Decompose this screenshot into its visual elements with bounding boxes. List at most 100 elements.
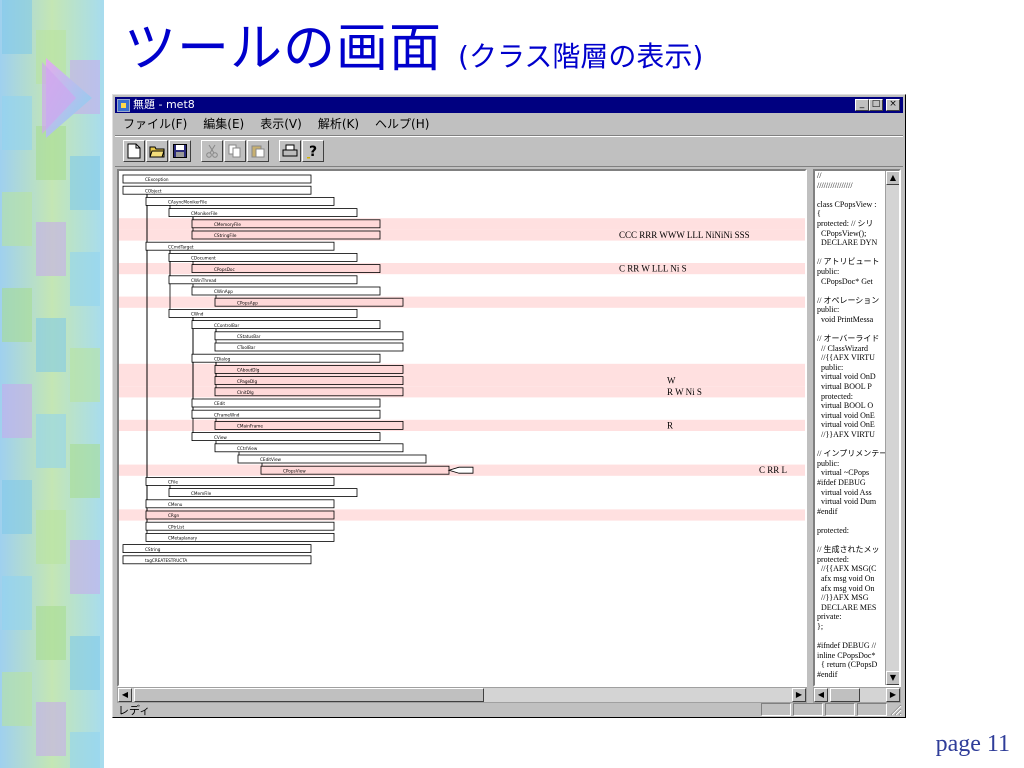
new-file-button[interactable]: [123, 140, 145, 162]
code-line: void PrintMessa: [817, 314, 874, 324]
class-node-label: CFrameWnd: [214, 412, 240, 417]
source-code-pane[interactable]: ////////////////// class CPopsView :{pro…: [813, 169, 901, 687]
code-scroll-left-icon[interactable]: ◀: [814, 688, 828, 702]
help-button[interactable]: ?: [302, 140, 324, 162]
class-node-label: CRgn: [168, 513, 179, 518]
code-scroll-right-icon[interactable]: ▶: [886, 688, 900, 702]
code-line: virtual void OnD: [817, 372, 876, 382]
tree-horizontal-scrollbar[interactable]: ◀ ▶: [117, 687, 807, 703]
status-indicator-3: [825, 703, 855, 716]
class-node-label: CWinThread: [191, 278, 217, 283]
code-line: class CPopsView :: [817, 199, 877, 209]
maximize-button[interactable]: □: [869, 99, 883, 111]
app-icon: [117, 98, 130, 112]
paste-icon: [251, 145, 265, 158]
cut-icon: [206, 144, 218, 158]
status-indicator-4: [857, 703, 887, 716]
print-button[interactable]: [279, 140, 301, 162]
status-indicator-2: [793, 703, 823, 716]
class-node-label: CEdit: [214, 401, 225, 406]
class-hierarchy-pane[interactable]: CException CObject CAsyncMonikerFile CMonik…: [117, 169, 807, 687]
code-line: public:: [817, 362, 844, 372]
class-node-label: CCtrlView: [237, 446, 258, 451]
class-node-label: CDialog: [214, 356, 231, 361]
class-node-label: CPageDlg: [237, 379, 257, 384]
resize-grip-icon[interactable]: [890, 704, 902, 716]
tree-scroll-thumb[interactable]: [134, 688, 484, 702]
code-line: virtual void OnE: [817, 410, 875, 420]
scroll-right-icon[interactable]: ▶: [792, 688, 806, 702]
minimize-button[interactable]: _: [855, 99, 869, 111]
open-button[interactable]: [146, 140, 168, 162]
copy-button[interactable]: [224, 140, 246, 162]
class-node-label: CPopsDoc: [214, 267, 235, 272]
code-line: private:: [817, 612, 842, 622]
code-line: virtual void Ass: [817, 487, 872, 497]
scroll-up-icon[interactable]: ▲: [886, 171, 899, 185]
class-node-label: CMonikerFile: [191, 211, 218, 216]
class-node-label: tagCREATESTRUCTA: [145, 558, 187, 563]
code-line: #ifndef DEBUG //: [817, 641, 877, 651]
status-text: レディ: [118, 704, 151, 717]
close-button[interactable]: ×: [886, 99, 900, 111]
window-titlebar[interactable]: 無題 - met8 _ □ ×: [115, 97, 903, 113]
decorative-side-strip: [0, 0, 104, 768]
menu-help[interactable]: ヘルプ(H): [367, 115, 437, 133]
code-line: // インプリメンテー: [817, 449, 887, 459]
source-code-text: ////////////////// class CPopsView :{pro…: [817, 171, 887, 685]
code-line: ////////////////: [817, 180, 853, 190]
slide-title: ツールの画面 (クラス階層の表示): [124, 6, 703, 86]
code-line: // ClassWizard: [817, 343, 868, 353]
class-node-label: CToolBar: [237, 345, 255, 350]
code-line: //}}AFX VIRTU: [817, 430, 875, 440]
annotation-text: W: [667, 376, 676, 386]
code-line: afx msg void On: [817, 583, 875, 593]
class-node-label: CString: [145, 547, 161, 552]
code-line: {: [817, 209, 821, 219]
code-line: virtual void Dum: [817, 497, 877, 507]
class-node-label: CWnd: [191, 312, 204, 317]
code-line: //: [817, 171, 822, 180]
code-line: virtual BOOL P: [817, 382, 872, 392]
code-line: public:: [817, 305, 840, 315]
code-line: virtual ~CPops: [817, 468, 870, 478]
menu-edit[interactable]: 編集(E): [195, 115, 252, 133]
menu-analyze[interactable]: 解析(K): [310, 115, 367, 133]
save-button[interactable]: [169, 140, 191, 162]
scroll-down-icon[interactable]: ▼: [886, 671, 899, 685]
status-indicator-1: [761, 703, 791, 716]
cut-button[interactable]: [201, 140, 223, 162]
code-line: #endif: [817, 506, 838, 516]
help-icon: ?: [307, 144, 317, 159]
code-line: virtual BOOL O: [817, 401, 874, 411]
class-node-label: CWinApp: [214, 289, 233, 294]
code-line: protected: // シリ: [817, 218, 874, 228]
code-horizontal-scrollbar[interactable]: ◀ ▶: [813, 687, 901, 703]
code-line: // アトリビュート: [817, 257, 880, 267]
class-node-label: CStatusBar: [237, 334, 261, 339]
code-scroll-thumb[interactable]: [830, 688, 860, 702]
class-hierarchy-tree: CException CObject CAsyncMonikerFile CMonik…: [119, 174, 805, 565]
toolbar: ?: [115, 135, 903, 167]
menu-file[interactable]: ファイル(F): [115, 115, 195, 133]
slide-title-subtitle: (クラス階層の表示): [458, 40, 704, 73]
window-title: 無題 - met8: [133, 98, 195, 111]
class-node-label: CView: [214, 435, 227, 440]
code-line: #ifdef DEBUG: [817, 478, 866, 487]
scroll-left-icon[interactable]: ◀: [118, 688, 132, 702]
annotation-text: C RR L: [759, 465, 787, 475]
code-line: CPopsDoc* Get: [817, 276, 873, 286]
code-vertical-scrollbar[interactable]: ▲ ▼: [885, 171, 899, 685]
class-node-label: CAsyncMonikerFile: [168, 200, 207, 205]
svg-text:?: ?: [309, 144, 317, 159]
code-line: public:: [817, 458, 840, 468]
paste-button[interactable]: [247, 140, 269, 162]
new-file-icon: [127, 143, 141, 159]
menu-view[interactable]: 表示(V): [252, 115, 310, 133]
code-line: };: [817, 621, 824, 631]
class-node-label: CPtrList: [168, 524, 184, 529]
